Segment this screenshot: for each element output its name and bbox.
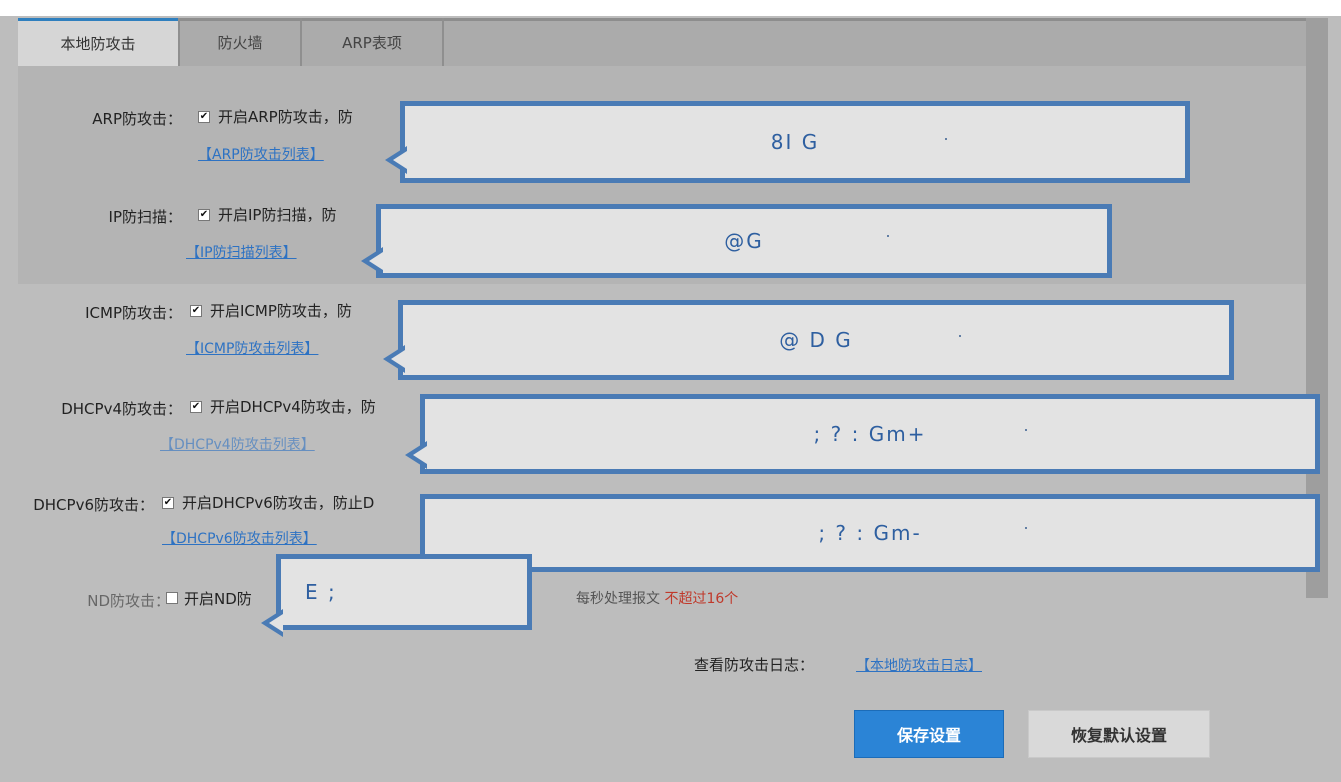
tab-arp-table[interactable]: ARP表项: [302, 18, 442, 66]
restore-defaults-button[interactable]: 恢复默认设置: [1028, 710, 1210, 758]
dot-mark: [1025, 527, 1027, 529]
ip-scan-checkbox[interactable]: [198, 209, 210, 221]
dot-mark: [959, 335, 961, 337]
nd-defense-label: ND防攻击：: [87, 592, 170, 610]
dhcpv6-defense-checkbox[interactable]: [162, 497, 174, 509]
callout-3: @ D G: [383, 300, 1234, 380]
dhcpv6-defense-desc: 开启DHCPv6防攻击，防止D: [182, 494, 375, 512]
arp-defense-list-link[interactable]: 【ARP防攻击列表】: [198, 144, 324, 164]
callout-pointer: [361, 247, 383, 275]
nd-rate-text: 每秒处理报文: [576, 591, 660, 607]
ip-scan-desc: 开启IP防扫描，防: [218, 206, 337, 224]
callout-text: @ D G: [779, 328, 853, 352]
ip-scan-list-link[interactable]: 【IP防扫描列表】: [186, 242, 297, 262]
icmp-defense-list-link[interactable]: 【ICMP防攻击列表】: [186, 338, 318, 358]
top-stripe: [0, 0, 1341, 16]
callout-4: ; ? : Gm+: [405, 394, 1320, 474]
dot-mark: [887, 235, 889, 237]
dhcpv4-defense-desc: 开启DHCPv4防攻击，防: [210, 398, 376, 416]
callout-text: @G: [724, 229, 764, 253]
dhcpv6-defense-list-link[interactable]: 【DHCPv6防攻击列表】: [162, 528, 317, 548]
callout-5: ; ? : Gm-: [420, 494, 1320, 572]
ip-scan-label: IP防扫描：: [108, 208, 182, 226]
callout-pointer: [383, 345, 405, 373]
callout-pointer: [385, 146, 407, 174]
icmp-defense-checkbox[interactable]: [190, 305, 202, 317]
nd-rate-limit: 不超过16个: [664, 591, 739, 607]
arp-defense-desc: 开启ARP防攻击，防: [218, 108, 353, 126]
callout-1: 8I G: [385, 101, 1190, 183]
dot-mark: [945, 138, 947, 140]
arp-defense-checkbox[interactable]: [198, 111, 210, 123]
dhcpv6-defense-label: DHCPv6防攻击：: [33, 496, 154, 514]
icmp-defense-label: ICMP防攻击：: [85, 304, 182, 322]
dhcpv4-defense-checkbox[interactable]: [190, 401, 202, 413]
nd-defense-checkbox[interactable]: [166, 592, 178, 604]
dot-mark: [1025, 429, 1027, 431]
save-button[interactable]: 保存设置: [854, 710, 1004, 758]
callout-6: E ;: [261, 554, 532, 637]
tab-divider: [442, 18, 444, 66]
callout-text: 8I G: [770, 130, 820, 154]
callout-text: E ;: [305, 580, 337, 604]
callout-pointer: [405, 441, 427, 469]
callout-text: ; ? : Gm-: [818, 521, 922, 545]
nd-defense-desc: 开启ND防: [184, 590, 252, 608]
dhcpv4-defense-list-link[interactable]: 【DHCPv4防攻击列表】: [160, 434, 315, 454]
tab-local-defense[interactable]: 本地防攻击: [18, 18, 178, 66]
arp-defense-label: ARP防攻击：: [92, 110, 182, 128]
callout-2: @G: [361, 204, 1112, 278]
nd-defense-rate: 每秒处理报文 不超过16个: [576, 588, 738, 608]
icmp-defense-desc: 开启ICMP防攻击，防: [210, 302, 352, 320]
tab-firewall[interactable]: 防火墙: [180, 18, 300, 66]
dhcpv4-defense-label: DHCPv4防攻击：: [61, 400, 182, 418]
local-attack-log-link[interactable]: 【本地防攻击日志】: [856, 655, 982, 675]
callout-text: ; ? : Gm+: [813, 422, 927, 446]
callout-pointer: [261, 609, 283, 637]
attack-log-label: 查看防攻击日志：: [694, 656, 815, 674]
